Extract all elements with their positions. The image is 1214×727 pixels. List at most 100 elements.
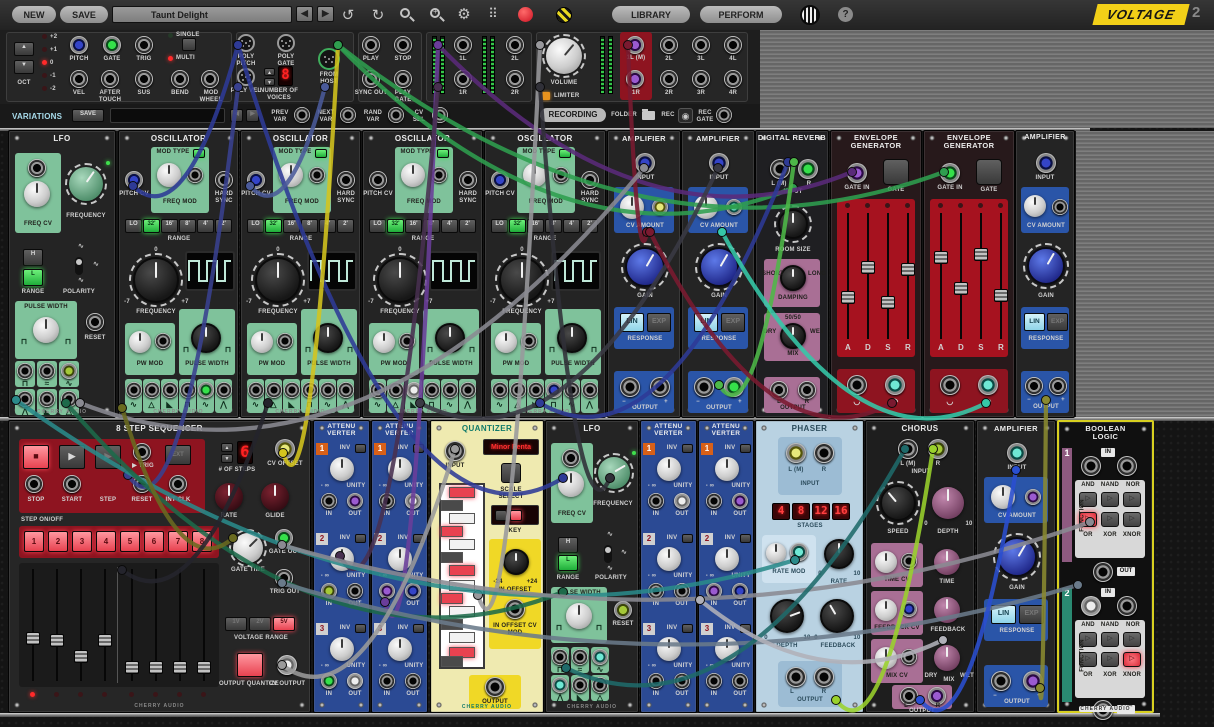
amp-cv-jack[interactable] [726,199,742,215]
att-ch2-knob[interactable] [388,547,412,571]
seq-step-button-2[interactable]: 2 [48,531,68,552]
amp-out-minus-jack[interactable] [620,377,640,397]
osc-pwmod-jack[interactable] [399,333,415,349]
out-1r-jack[interactable] [626,70,644,88]
amp-lin-button[interactable]: LIN [620,313,644,332]
att-ch3-knob[interactable] [715,637,739,661]
osc-pwmod-knob[interactable] [495,331,517,353]
oct-down-button[interactable]: ▼ [14,60,34,74]
osc-out-jack-6[interactable] [582,382,598,398]
osc-out-jack-2[interactable] [266,382,282,398]
phaser-ratemod-jack[interactable] [790,543,808,561]
quant-key-down-button[interactable] [495,510,507,521]
seq-slider-5[interactable] [125,569,139,681]
amp-cv-knob[interactable] [1024,195,1046,217]
att-ch2-out-jack[interactable] [347,583,363,599]
env-gate-in-jack[interactable] [940,163,960,183]
osc-hard-sync-jack[interactable] [581,171,599,189]
osc-out-jack-4[interactable] [180,382,196,398]
amp-exp-button[interactable]: EXP [1047,313,1068,331]
seq-slider-1[interactable] [26,569,40,681]
seq-stop-button[interactable]: ■ [23,445,49,469]
reverb-in-r-jack[interactable] [798,159,818,179]
seq-slider-8[interactable] [197,569,211,681]
quant-key-c-sharp[interactable] [441,619,463,630]
osc-out-jack-4[interactable] [302,382,318,398]
quant-key-f[interactable] [449,565,475,576]
osc-pitch-cv-jack[interactable] [369,171,387,189]
quant-key-a2-sharp[interactable] [441,656,463,667]
env-release-slider[interactable] [994,213,1008,339]
phaser-stage-8[interactable]: 8 [792,503,810,520]
seq-slider-4[interactable] [98,569,112,681]
quant-key-g[interactable] [449,539,475,550]
amp-input-jack[interactable] [1036,153,1056,173]
att-ch1-knob[interactable] [388,457,412,481]
lfo-freqcv-knob[interactable] [24,181,50,207]
seq-rate-knob[interactable] [215,483,243,511]
osc-range-lo-button[interactable]: LO [125,219,142,233]
att-ch2-in-jack[interactable] [321,583,337,599]
prev-var-jack[interactable] [294,107,310,123]
att-ch1-inv-button[interactable] [355,444,366,453]
phaser-depth-knob[interactable] [770,599,804,633]
help-icon[interactable]: ? [838,7,853,22]
osc-range-32-button[interactable]: 32' [387,219,404,233]
reverb-out-l-jack[interactable] [770,381,788,399]
osc-out-jack-6[interactable] [460,382,476,398]
variation-name-field[interactable] [110,108,225,123]
att-ch2-knob[interactable] [657,547,681,571]
lfo-range-l-button[interactable]: L [23,269,43,286]
amp-exp-button[interactable]: EXP [721,313,745,332]
lfo-out-tri-jack[interactable] [61,391,77,407]
seq-step-button-5[interactable]: 5 [120,531,140,552]
chorus-in-l-jack[interactable] [898,439,918,459]
osc-modtype-led-button[interactable] [437,149,449,158]
lfo-out-square-jack[interactable] [17,363,33,379]
osc-pwmod-jack[interactable] [155,333,171,349]
osc-range-32-button[interactable]: 32' [265,219,282,233]
quant-in-offset-knob[interactable] [503,549,529,575]
bool-xor-button[interactable]: ▷ [1101,512,1119,527]
record-icon[interactable] [518,7,533,22]
quant-key-b[interactable] [449,487,475,498]
lfo-out-tri-jack[interactable] [592,677,608,693]
input-1l-jack[interactable] [454,36,472,54]
osc-pwmod-knob[interactable] [129,331,151,353]
att-ch1-inv-button[interactable] [413,444,424,453]
seq-glide-knob[interactable] [261,483,289,511]
phaser-in-l-jack[interactable] [786,443,806,463]
poly-vel-din[interactable] [237,68,255,86]
bool-sec1-out-jack[interactable] [1093,562,1113,582]
seq-slider-7[interactable] [173,569,187,681]
osc-range-8-button[interactable]: 8' [423,219,440,233]
att-ch1-inv-button[interactable] [682,444,693,453]
voices-down-button[interactable]: ▼ [264,78,275,86]
seq-range-1v-button[interactable]: 1V [225,617,247,631]
new-button[interactable]: NEW [12,6,56,23]
hazard-icon[interactable] [556,7,572,23]
osc-pw-knob[interactable] [313,323,343,353]
phaser-out-l-jack[interactable] [786,667,806,687]
amp-out-minus-jack[interactable] [694,377,714,397]
env-sustain-slider[interactable] [881,213,895,339]
env-out-inv-jack[interactable] [847,375,867,395]
env-gate-button[interactable] [883,159,909,185]
seq-stop-jack[interactable] [25,475,43,493]
att-ch3-in-jack[interactable] [321,673,337,689]
osc-range-8-button[interactable]: 8' [179,219,196,233]
phaser-feedback-knob[interactable] [820,599,854,633]
osc-out-jack-2[interactable] [144,382,160,398]
osc-range-lo-button[interactable]: LO [491,219,508,233]
seq-trig-jack[interactable] [133,443,151,461]
library-button[interactable]: LIBRARY [612,6,690,23]
seq-start-jack[interactable] [63,475,81,493]
env-attack-slider[interactable] [934,213,948,339]
lfo-polarity-switch[interactable] [604,545,612,563]
rand-var-jack[interactable] [388,107,404,123]
env-release-slider[interactable] [901,213,915,339]
osc-range-32-button[interactable]: 32' [509,219,526,233]
osc-modtype-led-button[interactable] [559,149,571,158]
chorus-time-knob[interactable] [934,549,960,575]
lfo-pw-knob[interactable] [33,317,59,343]
